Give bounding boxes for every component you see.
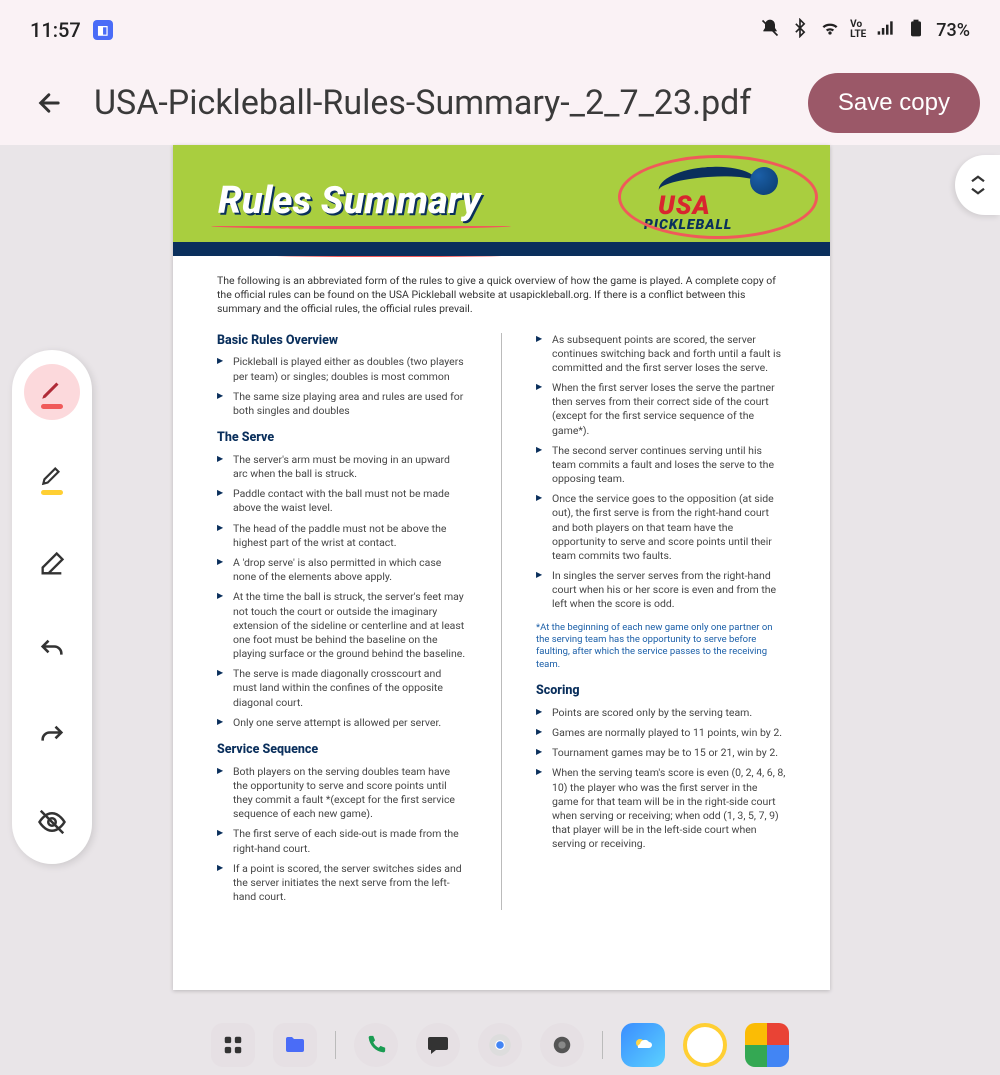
footnote: *At the beginning of each new game only … xyxy=(536,622,786,671)
dock-phone-icon[interactable] xyxy=(354,1023,398,1067)
app-indicator-icon: ◧ xyxy=(93,20,113,40)
list-item: Paddle contact with the ball must not be… xyxy=(217,487,467,515)
list-item: The head of the paddle must not be above… xyxy=(217,522,467,550)
list-item: The second server continues serving unti… xyxy=(536,444,786,487)
dock-files-icon[interactable] xyxy=(273,1023,317,1067)
list-item: Pickleball is played either as doubles (… xyxy=(217,355,467,383)
list-item: The first serve of each side-out is made… xyxy=(217,827,467,855)
bluetooth-icon xyxy=(790,18,810,43)
pdf-page[interactable]: Rules Summary USA PICKLEBALL The followi… xyxy=(173,145,830,990)
list-item: Points are scored only by the serving te… xyxy=(536,706,786,720)
visibility-toggle[interactable] xyxy=(24,794,80,850)
status-time: 11:57 xyxy=(30,18,81,42)
page-nav-widget[interactable] xyxy=(955,155,1000,215)
list-item: If a point is scored, the server switche… xyxy=(217,862,467,905)
list-item: When the first server loses the serve th… xyxy=(536,381,786,438)
app-header: USA-Pickleball-Rules-Summary-_2_7_23.pdf… xyxy=(0,60,1000,145)
list-item: The server's arm must be moving in an up… xyxy=(217,453,467,481)
status-right: VoLTE 73% xyxy=(760,18,970,43)
list-item: As subsequent points are scored, the ser… xyxy=(536,333,786,376)
signal-icon xyxy=(876,18,896,43)
battery-percent: 73% xyxy=(936,20,970,41)
doc-title: Rules Summary xyxy=(218,179,481,223)
list-item: Both players on the serving doubles team… xyxy=(217,765,467,822)
dock-apps-icon[interactable] xyxy=(211,1023,255,1067)
annotation-toolbar xyxy=(12,350,92,864)
section-title: The Serve xyxy=(217,430,467,447)
dock-weather-icon[interactable] xyxy=(621,1023,665,1067)
list-item: In singles the server serves from the ri… xyxy=(536,569,786,612)
list-item: When the serving team's score is even (0… xyxy=(536,766,786,851)
wifi-icon xyxy=(820,18,840,43)
doc-left-column: Basic Rules Overview Pickleball is played… xyxy=(217,333,467,911)
list-item: Tournament games may be to 15 or 21, win… xyxy=(536,746,786,760)
main-content: Rules Summary USA PICKLEBALL The followi… xyxy=(0,145,1000,1015)
section-title: Basic Rules Overview xyxy=(217,333,467,350)
silent-icon xyxy=(760,18,780,43)
annotation-circle xyxy=(618,155,818,239)
doc-intro: The following is an abbreviated form of … xyxy=(217,274,786,317)
save-copy-button[interactable]: Save copy xyxy=(808,73,980,133)
doc-body: The following is an abbreviated form of … xyxy=(173,256,830,930)
list-item: Only one serve attempt is allowed per se… xyxy=(217,716,467,730)
dock-chrome-icon[interactable] xyxy=(478,1023,522,1067)
doc-header: Rules Summary USA PICKLEBALL xyxy=(173,145,830,256)
highlighter-tool[interactable] xyxy=(24,450,80,506)
status-bar: 11:57 ◧ VoLTE 73% xyxy=(0,0,1000,60)
undo-button[interactable] xyxy=(24,622,80,678)
system-dock xyxy=(0,1015,1000,1075)
list-item: The serve is made diagonally crosscourt … xyxy=(217,667,467,710)
annotation-underline xyxy=(211,223,511,229)
list-item: At the time the ball is struck, the serv… xyxy=(217,590,467,661)
battery-icon xyxy=(906,18,926,43)
eraser-tool[interactable] xyxy=(24,536,80,592)
back-button[interactable] xyxy=(30,83,70,123)
list-item: Games are normally played to 11 points, … xyxy=(536,726,786,740)
doc-right-column: As subsequent points are scored, the ser… xyxy=(536,333,786,911)
document-filename: USA-Pickleball-Rules-Summary-_2_7_23.pdf xyxy=(94,83,784,123)
section-title: Service Sequence xyxy=(217,742,467,759)
pen-tool[interactable] xyxy=(24,364,80,420)
list-item: Once the service goes to the opposition … xyxy=(536,492,786,563)
volte-icon: VoLTE xyxy=(850,20,866,40)
list-item: The same size playing area and rules are… xyxy=(217,390,467,418)
dock-camera-icon[interactable] xyxy=(540,1023,584,1067)
section-title: Scoring xyxy=(536,683,786,700)
dock-app-icon[interactable] xyxy=(683,1023,727,1067)
dock-photos-icon[interactable] xyxy=(745,1023,789,1067)
list-item: A 'drop serve' is also permitted in whic… xyxy=(217,556,467,584)
redo-button[interactable] xyxy=(24,708,80,764)
dock-messages-icon[interactable] xyxy=(416,1023,460,1067)
